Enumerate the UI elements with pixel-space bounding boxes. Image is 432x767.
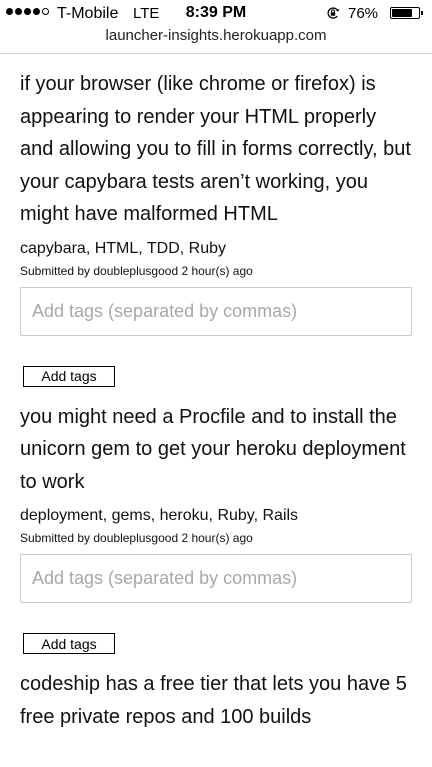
post-item: codeship has a free tier that lets you h… bbox=[20, 668, 412, 733]
battery-level bbox=[392, 9, 412, 17]
url-text: launcher-insights.herokuapp.com bbox=[105, 27, 327, 44]
post-tags: capybara, HTML, TDD, Ruby bbox=[20, 239, 226, 257]
add-tags-input[interactable] bbox=[20, 554, 412, 603]
battery-percent: 76% bbox=[348, 5, 379, 22]
post-list: if your browser (like chrome or firefox)… bbox=[0, 54, 432, 733]
battery-tip bbox=[421, 11, 423, 15]
battery-icon bbox=[390, 7, 420, 19]
post-meta: Submitted by doubleplusgood 2 hour(s) ag… bbox=[20, 263, 253, 278]
post-item: you might need a Procfile and to install… bbox=[20, 401, 412, 654]
post-title: codeship has a free tier that lets you h… bbox=[20, 673, 407, 728]
post-meta: Submitted by doubleplusgood 2 hour(s) ag… bbox=[20, 531, 253, 545]
rotation-lock-icon bbox=[327, 7, 340, 19]
post-title: you might need a Procfile and to install… bbox=[20, 405, 406, 493]
post-title: if your browser (like chrome or firefox)… bbox=[20, 73, 411, 225]
add-tags-button[interactable]: Add tags bbox=[23, 633, 115, 654]
post-item: if your browser (like chrome or firefox)… bbox=[20, 68, 412, 387]
address-bar[interactable]: launcher-insights.herokuapp.com bbox=[0, 26, 432, 54]
status-bar: T-Mobile LTE 8:39 PM 76% bbox=[0, 0, 432, 26]
post-tags: deployment, gems, heroku, Ruby, Rails bbox=[20, 507, 299, 524]
add-tags-input[interactable] bbox=[20, 286, 412, 336]
add-tags-button[interactable]: Add tags bbox=[23, 365, 115, 387]
